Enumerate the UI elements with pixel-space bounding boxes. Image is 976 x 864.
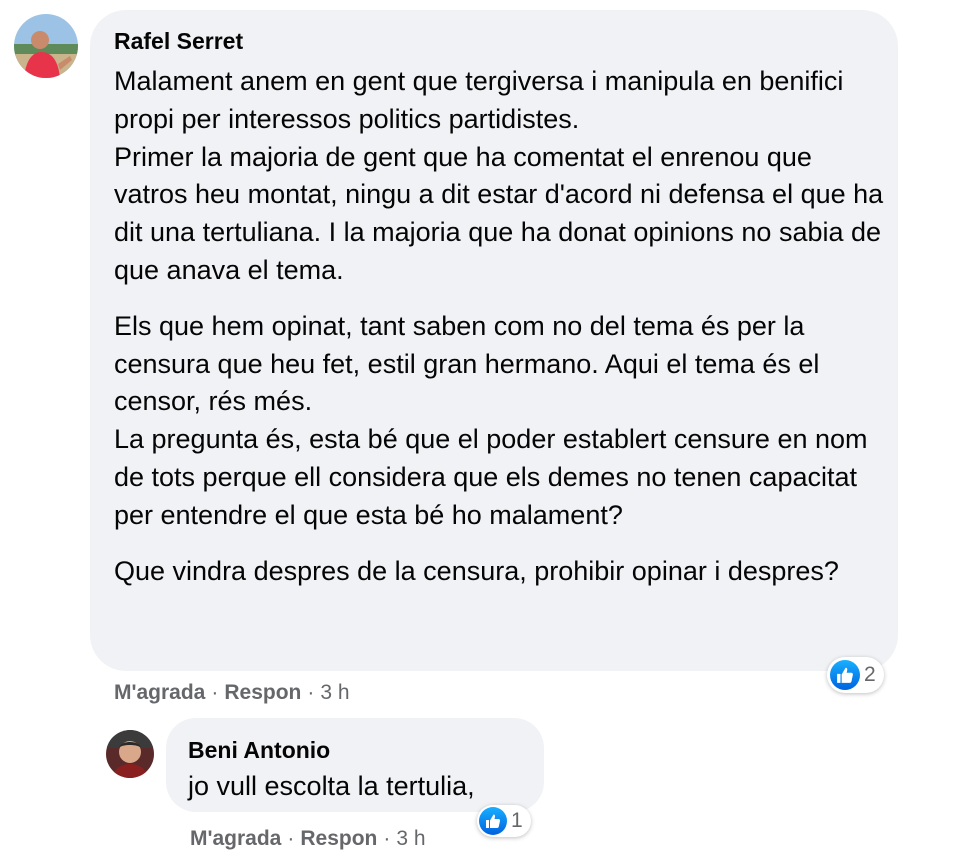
comment-text: Malament anem en gent que tergiversa i m… (114, 66, 844, 134)
comment-text: Que vindra despres de la censura, prohib… (114, 555, 839, 586)
reply-button[interactable]: Respon (300, 827, 377, 850)
comment-author[interactable]: Beni Antonio (188, 736, 538, 764)
avatar-beni-antonio[interactable] (106, 730, 154, 778)
like-button[interactable]: M'agrada (114, 681, 205, 704)
separator: · (287, 827, 295, 850)
comment-actions: M'agrada · Respon · 3 h (114, 680, 350, 706)
timestamp[interactable]: 3 h (320, 681, 349, 704)
comment-text: Els que hem opinat, tant saben com no de… (114, 310, 820, 417)
reaction-count: 2 (864, 663, 876, 686)
reaction-summary[interactable]: 2 (827, 657, 884, 693)
comment-author[interactable]: Rafel Serret (114, 27, 884, 55)
comment-actions: M'agrada · Respon · 3 h (190, 826, 426, 852)
like-icon (830, 660, 860, 690)
timestamp[interactable]: 3 h (396, 827, 425, 850)
separator: · (383, 827, 391, 850)
comment-bubble: Rafel Serret Malament anem en gent que t… (90, 10, 898, 671)
separator: · (307, 681, 315, 704)
reaction-count: 1 (511, 809, 523, 832)
comment-text: Primer la majoria de gent que ha comenta… (114, 141, 884, 285)
reaction-summary[interactable]: 1 (477, 805, 531, 837)
separator: · (211, 681, 219, 704)
comment-text: La pregunta és, esta bé que el poder est… (114, 424, 868, 530)
reply-button[interactable]: Respon (224, 681, 301, 704)
avatar-photo (106, 730, 154, 778)
avatar-photo (14, 14, 78, 78)
avatar-rafel-serret[interactable] (14, 14, 78, 78)
comment-text: jo vull escolta la tertulia, (188, 771, 475, 801)
like-button[interactable]: M'agrada (190, 827, 281, 850)
like-icon (479, 807, 507, 835)
reply-bubble: Beni Antonio jo vull escolta la tertulia… (166, 718, 544, 812)
